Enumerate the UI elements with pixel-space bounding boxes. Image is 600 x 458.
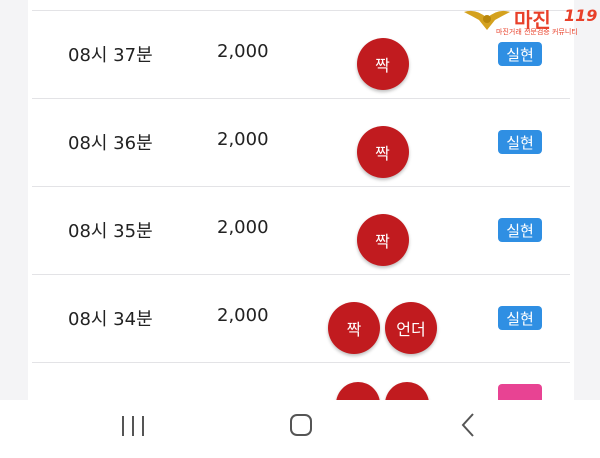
bet-picks: 짝 <box>325 126 440 180</box>
bet-picks: 짝 <box>325 214 440 268</box>
system-nav-bar <box>0 400 600 458</box>
pick-ball: 짝 <box>356 214 409 266</box>
bet-row: 08시 34분 2,000 짝 언더 실현 <box>32 274 570 363</box>
result-badge: 실현 <box>498 306 542 330</box>
bet-picks: 짝 언더 <box>325 302 440 356</box>
bet-history-list: 08시 37분 2,000 짝 실현 08시 36분 2,000 짝 실현 08… <box>28 0 574 400</box>
bet-amount: 2,000 <box>217 217 269 238</box>
result-badge <box>498 384 542 400</box>
bet-row: 08시 36분 2,000 짝 실현 <box>32 98 570 187</box>
bet-amount: 2,000 <box>217 305 269 326</box>
result-badge: 실현 <box>498 218 542 242</box>
pick-ball <box>385 382 429 400</box>
recent-apps-icon <box>122 416 144 436</box>
pick-ball: 언더 <box>385 302 437 354</box>
back-icon <box>461 413 474 437</box>
home-icon <box>290 414 312 436</box>
pick-ball: 짝 <box>356 38 409 90</box>
bet-row <box>32 362 570 400</box>
pick-ball: 짝 <box>328 302 380 354</box>
pick-ball: 짝 <box>356 126 409 178</box>
bet-time: 08시 35분 <box>68 221 153 242</box>
logo-number: 119 <box>564 6 598 25</box>
bet-time: 08시 36분 <box>68 133 153 154</box>
result-badge: 실현 <box>498 42 542 66</box>
result-badge: 실현 <box>498 130 542 154</box>
back-button[interactable] <box>447 408 491 444</box>
home-button[interactable] <box>279 408 323 444</box>
bet-picks <box>325 382 440 400</box>
bet-time: 08시 34분 <box>68 309 153 330</box>
recent-apps-button[interactable] <box>111 408 155 444</box>
bet-amount: 2,000 <box>217 41 269 62</box>
pick-ball <box>336 382 380 400</box>
bet-picks: 짝 <box>325 38 440 92</box>
bet-amount: 2,000 <box>217 129 269 150</box>
bet-row: 08시 35분 2,000 짝 실현 <box>32 186 570 275</box>
majin119-logo: 마진 119 마진거래 전문검증 커뮤니티 <box>462 4 598 40</box>
bet-time: 08시 37분 <box>68 45 153 66</box>
logo-tagline: 마진거래 전문검증 커뮤니티 <box>496 28 578 36</box>
